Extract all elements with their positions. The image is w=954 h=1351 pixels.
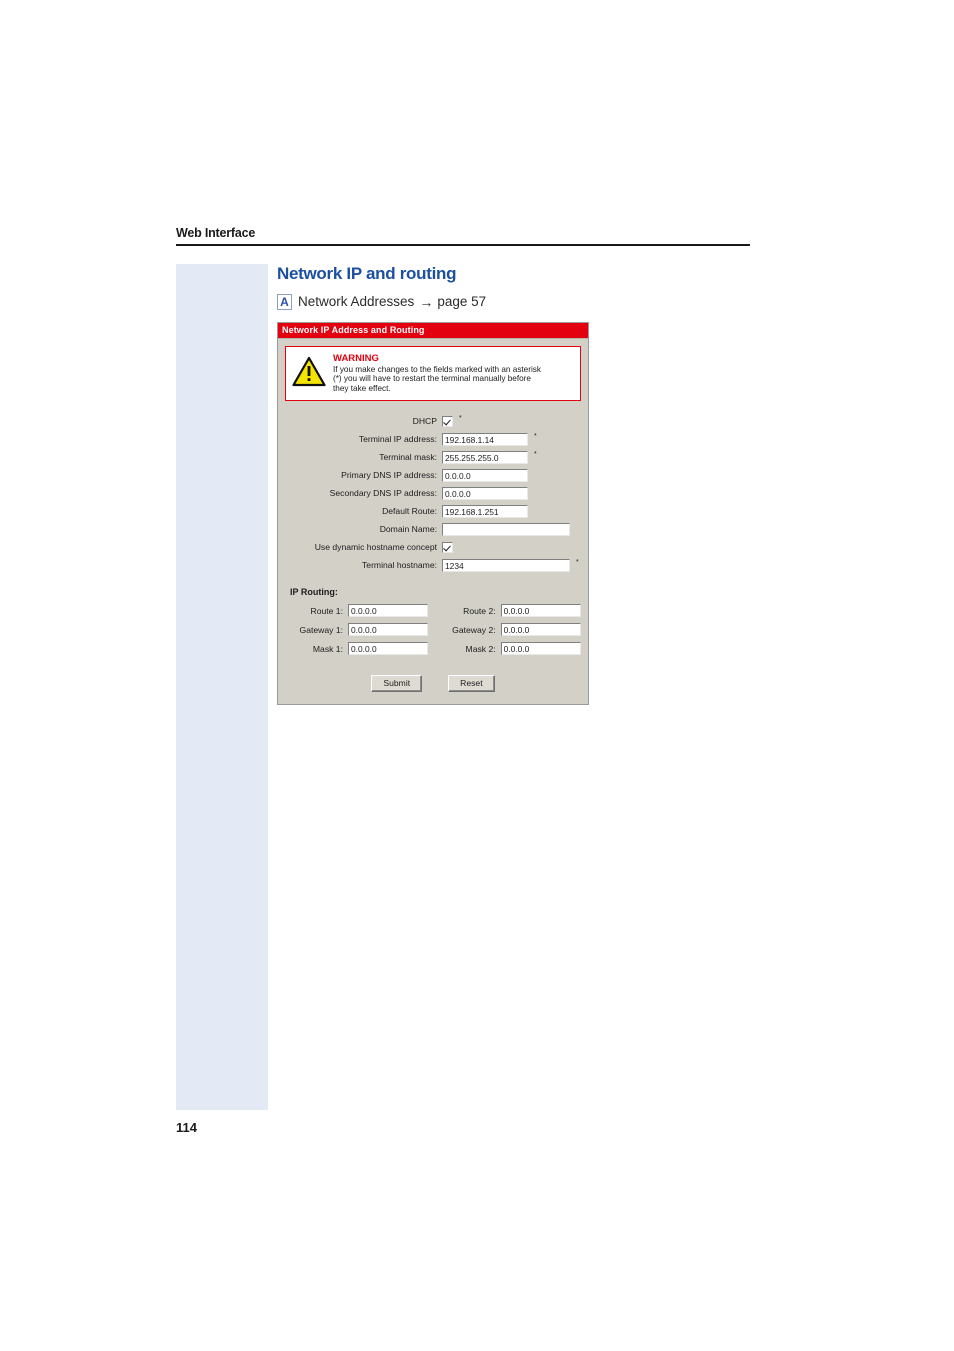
network-settings-form: DHCP * Terminal IP address: 192.168.1.14… [285, 412, 581, 574]
field-row-default-route: Default Route: 192.168.1.251 [290, 502, 581, 520]
gateway-2-input[interactable]: 0.0.0.0 [500, 623, 581, 637]
field-row-secondary-dns: Secondary DNS IP address: 0.0.0.0 [290, 484, 581, 502]
cross-reference: A Network Addresses → page 57 [277, 294, 757, 310]
arrow-right-icon: → [419, 294, 434, 310]
field-row-terminal-hostname: Terminal hostname: 1234 * [290, 556, 581, 574]
mask-1-input[interactable]: 0.0.0.0 [347, 642, 429, 656]
label-route-2: Route 2: [463, 605, 496, 616]
cross-reference-target: page 57 [437, 294, 487, 309]
label-primary-dns: Primary DNS IP address: [341, 470, 437, 481]
primary-dns-input[interactable]: 0.0.0.0 [442, 468, 528, 482]
field-row-terminal-ip: Terminal IP address: 192.168.1.14 * [290, 430, 581, 448]
warning-line-2: (*) you will have to restart the termina… [333, 374, 531, 384]
label-mask-2: Mask 2: [465, 643, 496, 654]
label-terminal-mask: Terminal mask: [379, 452, 437, 463]
mask-2-input[interactable]: 0.0.0.0 [500, 642, 581, 656]
ip-routing-section: IP Routing: Route 1: 0.0.0.0 Route 2: 0.… [285, 587, 581, 658]
running-header-title: Web Interface [176, 226, 256, 240]
label-gateway-1: Gateway 1: [299, 624, 343, 635]
cross-reference-label: Network Addresses [298, 294, 415, 309]
dialog-body: WARNING If you make changes to the field… [278, 339, 588, 705]
default-route-input[interactable]: 192.168.1.251 [442, 504, 528, 518]
asterisk-terminal-mask: * [534, 451, 537, 459]
route-1-input[interactable]: 0.0.0.0 [347, 604, 429, 618]
terminal-mask-input[interactable]: 255.255.255.0 [442, 450, 528, 464]
label-gateway-2: Gateway 2: [452, 624, 496, 635]
header-rule [176, 244, 750, 246]
submit-button[interactable]: Submit [371, 675, 423, 693]
dhcp-checkbox[interactable] [442, 415, 453, 427]
terminal-hostname-input[interactable]: 1234 [442, 558, 570, 572]
label-domain-name: Domain Name: [379, 524, 437, 535]
page-number: 114 [176, 1120, 197, 1135]
margin-band [176, 264, 268, 1110]
label-default-route: Default Route: [382, 506, 437, 517]
warning-panel: WARNING If you make changes to the field… [285, 346, 581, 402]
network-ip-routing-dialog: Network IP Address and Routing WARNING I… [277, 322, 589, 706]
label-mask-1: Mask 1: [312, 643, 343, 654]
running-header: Web Interface [176, 226, 750, 246]
content-column: Network IP and routing A Network Address… [277, 264, 757, 706]
field-row-terminal-mask: Terminal mask: 255.255.255.0 * [290, 448, 581, 466]
routing-row-mask: Mask 1: 0.0.0.0 Mask 2: 0.0.0.0 [290, 639, 581, 658]
ip-routing-heading: IP Routing: [290, 587, 338, 598]
asterisk-dhcp: * [459, 415, 462, 423]
page-title: Network IP and routing [277, 264, 457, 283]
warning-heading: WARNING [333, 353, 379, 364]
label-secondary-dns: Secondary DNS IP address: [329, 488, 437, 499]
asterisk-terminal-ip: * [534, 433, 537, 441]
routing-row-gateway: Gateway 1: 0.0.0.0 Gateway 2: 0.0.0.0 [290, 620, 581, 639]
label-route-1: Route 1: [310, 605, 343, 616]
field-row-dhcp: DHCP * [290, 412, 581, 430]
terminal-ip-input[interactable]: 192.168.1.14 [442, 432, 528, 446]
gateway-1-input[interactable]: 0.0.0.0 [347, 623, 429, 637]
dialog-titlebar: Network IP Address and Routing [278, 323, 588, 339]
field-row-domain-name: Domain Name: [290, 520, 581, 538]
warning-line-3: they take effect. [333, 383, 391, 393]
appendix-a-icon: A [277, 294, 292, 310]
domain-name-input[interactable] [442, 522, 570, 536]
secondary-dns-input[interactable]: 0.0.0.0 [442, 486, 528, 500]
label-dhcp: DHCP [412, 416, 437, 427]
warning-triangle-icon [292, 356, 326, 387]
dialog-button-row: Submit Reset [285, 675, 581, 693]
label-dynamic-hostname: Use dynamic hostname concept [314, 542, 437, 553]
routing-row-route: Route 1: 0.0.0.0 Route 2: 0.0.0.0 [290, 601, 581, 620]
asterisk-terminal-hostname: * [576, 559, 579, 567]
label-terminal-hostname: Terminal hostname: [362, 560, 437, 571]
label-terminal-ip: Terminal IP address: [358, 434, 437, 445]
dynamic-hostname-checkbox[interactable] [442, 541, 453, 553]
field-row-primary-dns: Primary DNS IP address: 0.0.0.0 [290, 466, 581, 484]
reset-button[interactable]: Reset [448, 675, 495, 693]
route-2-input[interactable]: 0.0.0.0 [500, 604, 581, 618]
field-row-dynamic-hostname: Use dynamic hostname concept [290, 538, 581, 556]
warning-line-1: If you make changes to the fields marked… [333, 365, 541, 374]
